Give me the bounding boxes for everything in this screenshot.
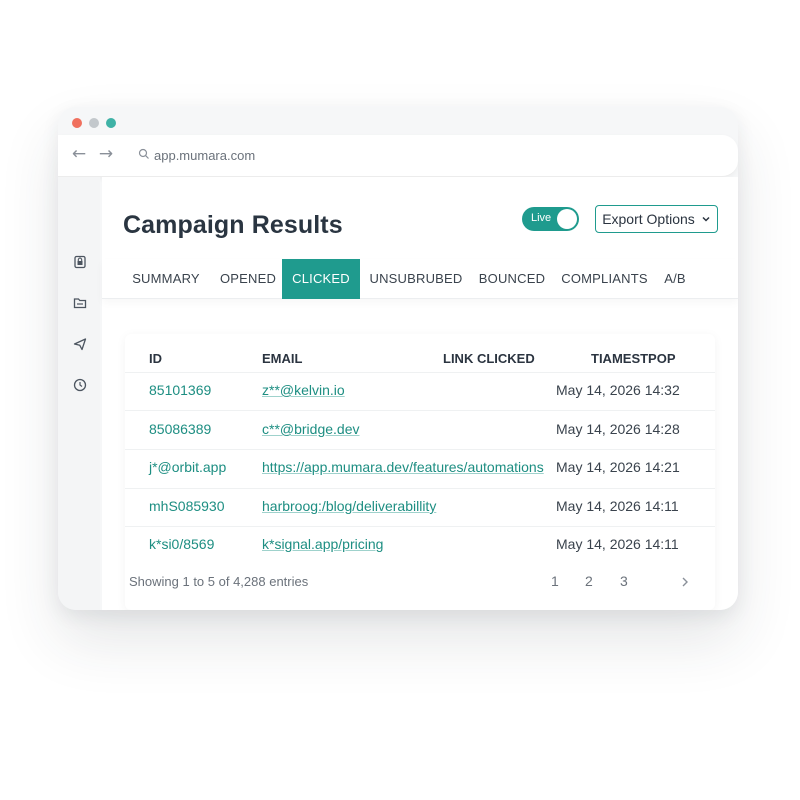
export-options-label: Export Options: [602, 211, 695, 227]
row-id[interactable]: 85086389: [149, 421, 211, 437]
minimize-window-dot[interactable]: [89, 118, 99, 128]
chevron-right-icon[interactable]: [680, 576, 690, 588]
browser-window: ← → app.mumara.com Campaign Results Live: [58, 107, 738, 610]
row-id[interactable]: mhS085930: [149, 498, 225, 514]
column-header-timestamp[interactable]: TIAMESTPOP: [591, 351, 676, 366]
page-title: Campaign Results: [123, 211, 343, 239]
column-header-email[interactable]: EMAIL: [262, 351, 302, 366]
window-controls: [72, 118, 116, 128]
back-arrow-icon[interactable]: ←: [69, 144, 89, 164]
results-table: ID EMAIL LINK CLICKED TIAMESTPOP 8510136…: [125, 334, 715, 610]
pagination-page-2[interactable]: 2: [585, 573, 593, 589]
send-icon[interactable]: [73, 337, 87, 351]
sidebar: [58, 177, 100, 610]
row-divider: [125, 526, 715, 527]
tab-bar: SUMMARY OPENED CLICKED UNSUBRUBED BOUNCE…: [102, 259, 738, 299]
row-timestamp: May 14, 2026 14:11: [556, 536, 679, 552]
column-header-link-clicked[interactable]: LINK CLICKED: [443, 351, 535, 366]
row-divider: [125, 372, 715, 373]
tab-unsubscribed[interactable]: UNSUBRUBED: [366, 259, 466, 299]
search-icon: [138, 148, 149, 159]
row-id[interactable]: j*@orbit.app: [149, 459, 226, 475]
tab-clicked[interactable]: CLICKED: [282, 259, 360, 299]
export-options-button[interactable]: Export Options: [595, 205, 718, 233]
maximize-window-dot[interactable]: [106, 118, 116, 128]
address-bar: ← → app.mumara.com: [58, 135, 738, 177]
tab-opened[interactable]: OPENED: [212, 259, 284, 299]
live-toggle-label: Live: [531, 212, 552, 224]
toggle-knob: [557, 209, 577, 229]
lock-file-icon[interactable]: [73, 255, 87, 269]
row-email[interactable]: https://app.mumara.dev/features/automati…: [262, 459, 544, 475]
row-id[interactable]: 85101369: [149, 382, 211, 398]
close-window-dot[interactable]: [72, 118, 82, 128]
row-divider: [125, 449, 715, 450]
pagination-page-3[interactable]: 3: [620, 573, 628, 589]
row-timestamp: May 14, 2026 14:21: [556, 459, 680, 475]
row-email[interactable]: c**@bridge.dev: [262, 421, 360, 437]
row-email[interactable]: z**@kelvin.io: [262, 382, 345, 398]
folder-icon[interactable]: [73, 296, 87, 310]
row-timestamp: May 14, 2026 14:32: [556, 382, 680, 398]
pagination-page-1[interactable]: 1: [551, 573, 559, 589]
row-divider: [125, 488, 715, 489]
clock-icon[interactable]: [73, 378, 87, 392]
row-divider: [125, 410, 715, 411]
url-field[interactable]: app.mumara.com: [154, 148, 255, 163]
forward-arrow-icon[interactable]: →: [96, 144, 116, 164]
row-timestamp: May 14, 2026 14:11: [556, 498, 679, 514]
tab-ab[interactable]: A/B: [658, 259, 692, 299]
row-email[interactable]: harbroog:/blog/deliverabillity: [262, 498, 436, 514]
row-email[interactable]: k*signal.app/pricing: [262, 536, 383, 552]
entries-summary: Showing 1 to 5 of 4,288 entries: [129, 574, 309, 589]
tab-complaints[interactable]: COMPLIANTS: [557, 259, 652, 299]
row-timestamp: May 14, 2026 14:28: [556, 421, 680, 437]
tab-summary[interactable]: SUMMARY: [126, 259, 206, 299]
column-header-id[interactable]: ID: [149, 351, 162, 366]
live-toggle[interactable]: Live: [522, 207, 579, 231]
tab-bounced[interactable]: BOUNCED: [474, 259, 550, 299]
row-id[interactable]: k*si0/8569: [149, 536, 214, 552]
chevron-down-icon: [702, 216, 710, 222]
